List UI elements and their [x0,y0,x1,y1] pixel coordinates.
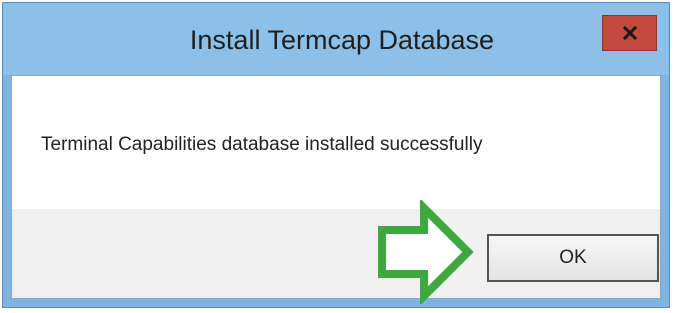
dialog-title: Install Termcap Database [189,25,495,55]
close-button[interactable] [602,15,657,51]
title-bar[interactable]: Install Termcap Database [3,3,669,75]
install-termcap-dialog: Install Termcap Database Terminal Capabi… [2,2,670,308]
dialog-body: Terminal Capabilities database installed… [11,75,661,299]
right-arrow-icon [378,200,474,304]
close-icon [622,25,637,41]
status-message: Terminal Capabilities database installed… [41,134,483,155]
ok-button[interactable]: OK [487,234,659,282]
message-area: Terminal Capabilities database installed… [12,76,660,209]
